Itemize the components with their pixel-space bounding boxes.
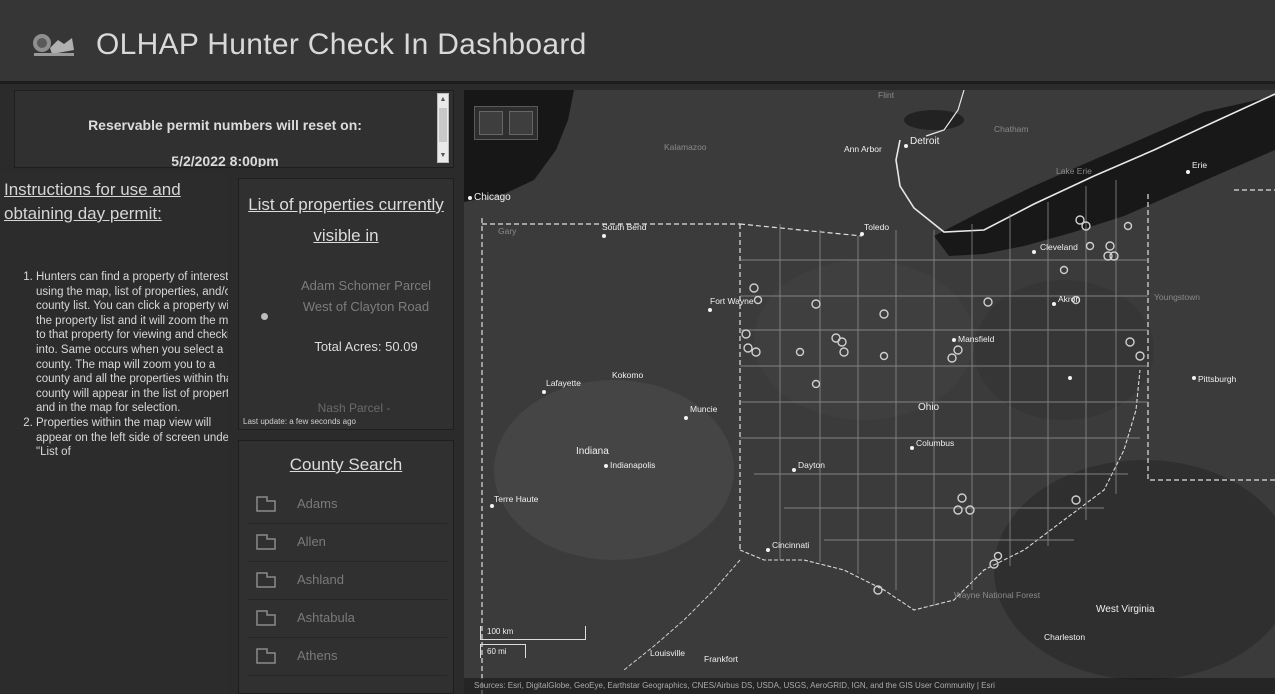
map-widget-toolbar	[474, 106, 538, 140]
property-acres: Total Acres: 50.09	[314, 339, 418, 354]
map-label: Frankfort	[704, 654, 739, 664]
map-label: Pittsburgh	[1198, 374, 1237, 384]
map-label: Mansfield	[958, 334, 995, 344]
map-label: Kalamazoo	[664, 142, 707, 152]
map-label: Ann Arbor	[844, 144, 882, 154]
app-header: OLHAP Hunter Check In Dashboard	[0, 0, 1275, 84]
county-label: Allen	[297, 534, 326, 549]
county-item-adams[interactable]: Adams	[247, 485, 447, 524]
map-label: Terre Haute	[494, 494, 539, 504]
scale-km: 100 km	[480, 626, 586, 640]
county-label: Athens	[297, 648, 338, 663]
property-name[interactable]: Adam Schomer Parcel West of Clayton Road	[291, 275, 441, 317]
map-label: Gary	[498, 226, 517, 236]
map-label: Charleston	[1044, 632, 1085, 642]
county-item-allen[interactable]: Allen	[247, 523, 447, 562]
scroll-up-arrow-icon[interactable]: ▲	[439, 96, 447, 104]
scale-bar: 100 km 60 mi	[480, 626, 586, 658]
bullet-icon	[261, 313, 268, 320]
county-search-panel: County Search Adams Allen Ashland Ashtab…	[238, 440, 454, 694]
olhap-logo-icon	[30, 30, 76, 60]
map-label: Indiana	[576, 446, 609, 457]
map-label: Kokomo	[612, 370, 643, 380]
basemap-toggle-button[interactable]	[479, 111, 503, 135]
map-view[interactable]: Chicago South Bend Toledo Ann Arbor Detr…	[464, 90, 1275, 694]
layer-list-button[interactable]	[509, 111, 533, 135]
map-label: Flint	[878, 90, 895, 100]
reset-notice-text: Reservable permit numbers will reset on:	[88, 117, 362, 133]
instructions-list: Hunters can find a property of interest …	[12, 270, 228, 460]
county-shape-icon	[256, 534, 276, 550]
county-shape-icon	[256, 496, 276, 512]
map-canvas[interactable]: Chicago South Bend Toledo Ann Arbor Detr…	[464, 90, 1275, 694]
scroll-thumb[interactable]	[439, 108, 447, 142]
county-label: Ashland	[297, 572, 344, 587]
county-item-athens[interactable]: Athens	[247, 637, 447, 676]
map-label: Fort Wayne	[710, 296, 754, 306]
scale-mi: 60 mi	[480, 644, 526, 658]
map-label: Ohio	[918, 402, 940, 413]
map-label: Cincinnati	[772, 540, 809, 550]
map-label: Toledo	[864, 222, 889, 232]
map-label: Lake Erie	[1056, 166, 1092, 176]
county-label: Ashtabula	[297, 610, 355, 625]
map-label: Lafayette	[546, 378, 581, 388]
map-label: Indianapolis	[610, 460, 655, 470]
map-label: Youngstown	[1154, 292, 1200, 302]
map-label: Wayne National Forest	[954, 590, 1041, 600]
county-shape-icon	[256, 610, 276, 626]
instructions-heading: Instructions for use and obtaining day p…	[4, 180, 181, 223]
scroll-down-arrow-icon[interactable]: ▼	[439, 152, 447, 160]
instructions-panel: Instructions for use and obtaining day p…	[0, 172, 228, 694]
county-item-ashland[interactable]: Ashland	[247, 561, 447, 600]
permit-reset-notice: Reservable permit numbers will reset on:…	[14, 90, 454, 168]
property-list-heading: List of properties currently visible in	[248, 195, 444, 245]
county-label: Adams	[297, 496, 338, 511]
last-update-text: Last update: a few seconds ago	[243, 417, 356, 426]
map-label: Louisville	[650, 648, 685, 658]
instruction-item: Hunters can find a property of interest …	[36, 270, 228, 416]
map-label: South Bend	[602, 222, 647, 232]
instruction-item: Properties within the map view will appe…	[36, 416, 228, 460]
dashboard-title: OLHAP Hunter Check In Dashboard	[96, 28, 587, 61]
county-shape-icon	[256, 572, 276, 588]
map-label: Akron	[1058, 294, 1080, 304]
property-list-panel: List of properties currently visible in …	[238, 178, 454, 430]
map-attribution[interactable]: Sources: Esri, DigitalGlobe, GeoEye, Ear…	[464, 678, 1275, 694]
county-shape-icon	[256, 648, 276, 664]
map-label: Chatham	[994, 124, 1029, 134]
notice-scrollbar[interactable]: ▲ ▼	[437, 93, 449, 163]
map-label: Erie	[1192, 160, 1207, 170]
map-label: Columbus	[916, 438, 954, 448]
map-label: Cleveland	[1040, 242, 1078, 252]
map-label: Chicago	[474, 192, 511, 203]
map-label: Detroit	[910, 136, 940, 147]
map-label: Muncie	[690, 404, 718, 414]
county-search-heading: County Search	[289, 455, 403, 474]
map-label: Dayton	[798, 460, 825, 470]
property-name-partial[interactable]: Nash Parcel -	[279, 401, 429, 415]
reset-date: 5/2/2022 8:00pm	[171, 153, 279, 168]
county-item-ashtabula[interactable]: Ashtabula	[247, 599, 447, 638]
map-label: West Virginia	[1096, 604, 1155, 615]
